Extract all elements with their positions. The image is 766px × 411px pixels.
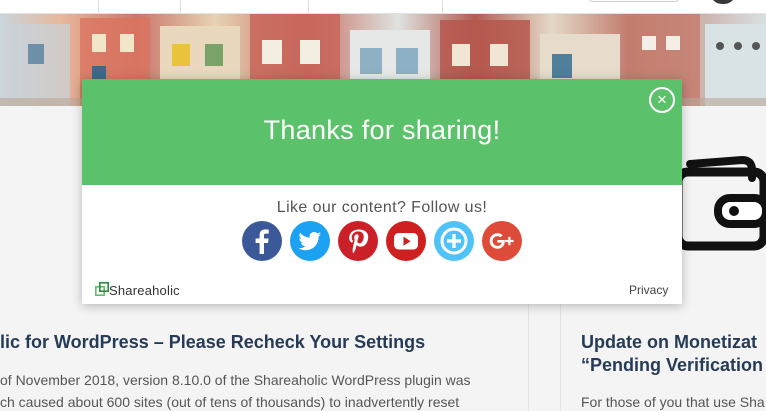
nav-divider: [180, 0, 181, 14]
nav-divider: [442, 0, 443, 14]
article-excerpt-line: of November 2018, version 8.10.0 of the …: [0, 372, 471, 388]
plus-circle-icon: [434, 221, 474, 261]
modal-title: Thanks for sharing!: [263, 115, 501, 145]
article-title[interactable]: Update on Monetizat: [581, 331, 757, 354]
article-excerpt-line: For those of you that use Sha: [581, 394, 765, 410]
top-navigation: [0, 0, 766, 14]
nav-divider: [308, 0, 309, 14]
brand-name[interactable]: Shareaholic: [109, 283, 180, 298]
shareaholic-follow-button[interactable]: [434, 221, 474, 261]
youtube-icon: [386, 221, 426, 261]
facebook-icon: [242, 221, 282, 261]
facebook-follow-button[interactable]: [242, 221, 282, 261]
article-title[interactable]: lic for WordPress – Please Recheck Your …: [0, 331, 425, 354]
modal-header: Thanks for sharing! ×: [82, 79, 682, 185]
youtube-follow-button[interactable]: [386, 221, 426, 261]
nav-divider: [98, 0, 99, 14]
twitter-follow-button[interactable]: [290, 221, 330, 261]
google-plus-follow-button[interactable]: [482, 221, 522, 261]
search-input[interactable]: [588, 0, 680, 2]
avatar[interactable]: [710, 0, 736, 4]
google-plus-icon: [482, 221, 522, 261]
shareaholic-logo-icon: [95, 282, 109, 296]
privacy-link[interactable]: Privacy: [629, 283, 668, 297]
close-button[interactable]: ×: [649, 87, 675, 113]
pinterest-icon: [338, 221, 378, 261]
twitter-icon: [290, 221, 330, 261]
article-excerpt-line: ch caused about 600 sites (out of tens o…: [0, 394, 460, 410]
article-title-line[interactable]: “Pending Verification: [581, 354, 763, 377]
share-thanks-modal: Thanks for sharing! × Like our content? …: [82, 79, 682, 304]
pinterest-follow-button[interactable]: [338, 221, 378, 261]
follow-prompt: Like our content? Follow us!: [276, 199, 488, 216]
wallet-icon: [673, 155, 766, 251]
